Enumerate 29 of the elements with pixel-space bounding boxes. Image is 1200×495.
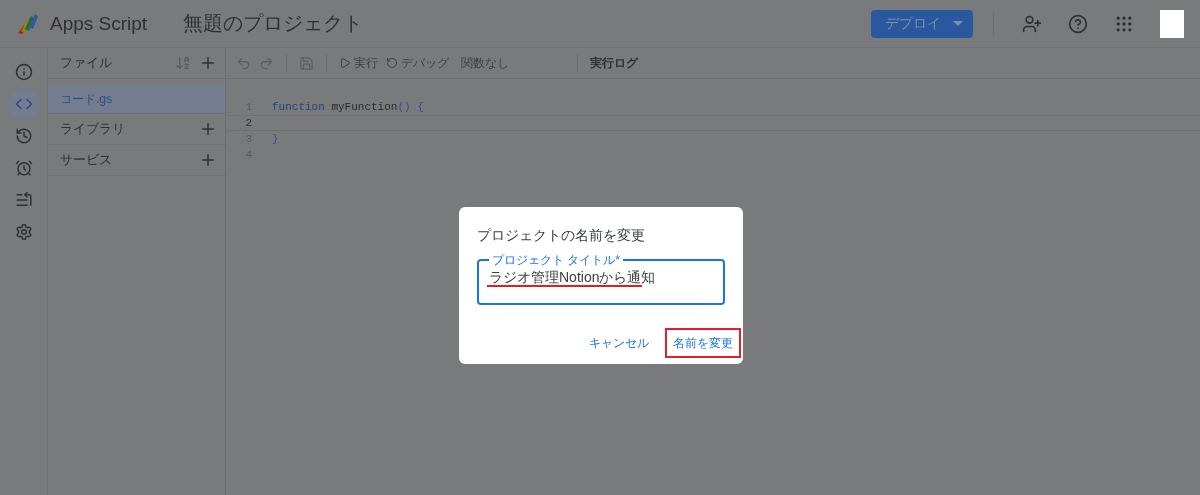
dialog-title: プロジェクトの名前を変更 [477, 227, 646, 245]
debug-icon [386, 57, 398, 69]
add-icon[interactable] [199, 120, 217, 138]
project-title[interactable]: 無題のプロジェクト [183, 10, 861, 37]
run-button[interactable]: 実行 [339, 54, 378, 72]
logo-icon [16, 12, 40, 35]
code-icon[interactable] [7, 88, 40, 120]
code-line: } [272, 133, 279, 145]
line-number: 2 [244, 117, 252, 129]
cancel-button[interactable]: キャンセル [581, 328, 657, 358]
panel-title: ファイル [60, 54, 113, 72]
avatar[interactable] [1160, 9, 1184, 38]
caret-icon [953, 21, 963, 26]
field-label: プロジェクト タイトル* [491, 253, 621, 267]
rename-button[interactable]: 名前を変更 [665, 328, 741, 358]
code-line: function myFunction() { [272, 101, 424, 113]
add-icon[interactable] [199, 54, 217, 72]
section-title: ライブラリ [60, 120, 126, 138]
add-person-icon[interactable] [1022, 13, 1042, 34]
deploy-button[interactable]: デプロイ [871, 9, 973, 38]
project-title-field[interactable]: プロジェクト タイトル* ラジオ管理Notionから通知 [477, 253, 725, 305]
app-name: Apps Script [50, 12, 148, 35]
section-title: サービス [60, 151, 113, 169]
add-icon[interactable] [199, 151, 217, 169]
file-item[interactable]: コード.gs [48, 85, 225, 114]
execution-log-button[interactable]: 実行ログ [590, 54, 638, 72]
text-input[interactable]: ラジオ管理Notionから通知 [489, 267, 713, 289]
play-icon [339, 57, 351, 69]
help-icon[interactable] [1068, 13, 1088, 34]
